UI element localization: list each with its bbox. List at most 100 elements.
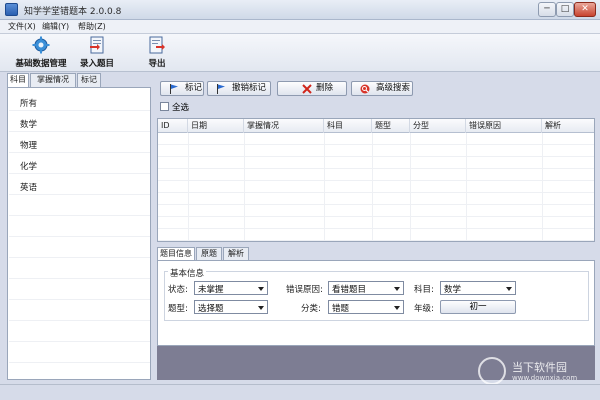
mark-label: 标记 [185, 83, 203, 93]
delete-icon [302, 84, 312, 94]
table-row[interactable] [158, 217, 594, 229]
subject-label: 物理 [20, 141, 38, 151]
type-value: 选择题 [198, 304, 224, 314]
grade-button[interactable]: 初一 [440, 300, 516, 314]
tab-mastery[interactable]: 掌握情况 [30, 73, 76, 87]
group-title: 基本信息 [168, 267, 207, 279]
document-add-icon [90, 36, 104, 54]
column-header[interactable]: 分型 [410, 119, 466, 133]
export-button[interactable]: 导出 [142, 36, 172, 70]
export-icon [149, 36, 165, 54]
flag-icon [217, 84, 225, 94]
subject-select[interactable]: 数学 [440, 281, 516, 295]
unmark-button[interactable]: 撤销标记 [207, 81, 271, 96]
subject-label: 所有 [20, 99, 38, 109]
chevron-down-icon [394, 306, 400, 310]
subject-label: 化学 [20, 162, 38, 172]
tab-original[interactable]: 原题 [196, 247, 222, 260]
minimize-button[interactable]: ─ [538, 2, 556, 17]
table-row[interactable] [158, 145, 594, 157]
advanced-search-label: 高级搜索 [376, 83, 411, 93]
close-button[interactable]: ✕ [574, 2, 596, 17]
menu-bar: 文件(X) 编辑(Y) 帮助(Z) [0, 20, 600, 34]
title-bar: 知学学堂错题本 2.0.0.8 ─ □ ✕ [0, 0, 600, 20]
table-row[interactable] [158, 133, 594, 145]
column-header[interactable]: 日期 [188, 119, 244, 133]
entry-button[interactable]: 录入题目 [78, 36, 116, 70]
table-row[interactable] [158, 193, 594, 205]
tab-analysis[interactable]: 解析 [223, 247, 249, 260]
advanced-search-button[interactable]: 高级搜索 [351, 81, 413, 96]
empty-row [9, 196, 150, 216]
table-row[interactable] [158, 205, 594, 217]
empty-row [9, 280, 150, 300]
category-value: 错题 [332, 304, 350, 314]
mark-button[interactable]: 标记 [160, 81, 204, 96]
list-item[interactable]: 所有 [9, 91, 150, 111]
subject-field-label: 科目: [414, 285, 434, 295]
menu-help[interactable]: 帮助(Z) [78, 21, 106, 32]
column-header[interactable]: 解析 [542, 119, 594, 133]
subject-label: 英语 [20, 183, 38, 193]
type-label: 题型: [168, 304, 188, 314]
subject-value: 数学 [444, 285, 462, 295]
table-row[interactable] [158, 229, 594, 241]
list-item[interactable]: 数学 [9, 112, 150, 132]
column-header[interactable]: ID [158, 119, 188, 133]
table-row[interactable] [158, 157, 594, 169]
empty-row [9, 343, 150, 363]
column-header[interactable]: 掌握情况 [244, 119, 324, 133]
search-icon [360, 84, 370, 94]
chevron-down-icon [394, 287, 400, 291]
reason-label: 错误原因: [286, 285, 323, 295]
question-table: ID 日期 掌握情况 科目 题型 分型 错误原因 解析 [157, 118, 595, 242]
select-all-checkbox[interactable] [160, 102, 169, 111]
column-header[interactable]: 题型 [372, 119, 410, 133]
grade-label: 年级: [414, 304, 434, 314]
question-info-panel: 基本信息 状态: 未掌握 错误原因: 看错题目 科目: 数学 题型: 选择题 分… [157, 260, 595, 346]
status-label: 状态: [168, 285, 188, 295]
delete-button[interactable]: 删除 [277, 81, 347, 96]
column-header[interactable]: 科目 [324, 119, 372, 133]
chevron-down-icon [258, 287, 264, 291]
empty-row [9, 322, 150, 342]
empty-row [9, 238, 150, 258]
flag-icon [170, 84, 178, 94]
list-item[interactable]: 英语 [9, 175, 150, 195]
tab-mark[interactable]: 标记 [77, 73, 101, 87]
subject-label: 数学 [20, 120, 38, 130]
status-bar [0, 384, 600, 400]
maximize-button[interactable]: □ [556, 2, 574, 17]
export-label: 导出 [148, 59, 166, 69]
unmark-label: 撤销标记 [232, 83, 267, 93]
empty-row [9, 217, 150, 237]
subject-list: 所有 数学 物理 化学 英语 [7, 87, 151, 380]
window-title: 知学学堂错题本 2.0.0.8 [24, 7, 122, 17]
watermark-text: 当下软件园 [512, 361, 567, 374]
status-select[interactable]: 未掌握 [194, 281, 268, 295]
status-value: 未掌握 [198, 285, 224, 295]
category-label: 分类: [301, 304, 321, 314]
tab-subject[interactable]: 科目 [7, 73, 29, 88]
table-row[interactable] [158, 169, 594, 181]
chevron-down-icon [258, 306, 264, 310]
empty-row [9, 301, 150, 321]
menu-file[interactable]: 文件(X) [8, 21, 36, 32]
list-item[interactable]: 物理 [9, 133, 150, 153]
table-header: ID 日期 掌握情况 科目 题型 分型 错误原因 解析 [158, 119, 594, 133]
category-select[interactable]: 错题 [328, 300, 404, 314]
table-row[interactable] [158, 181, 594, 193]
list-item[interactable]: 化学 [9, 154, 150, 174]
chevron-down-icon [506, 287, 512, 291]
tab-question-info[interactable]: 题目信息 [157, 247, 195, 261]
gear-icon [32, 36, 50, 54]
select-all-label: 全选 [172, 103, 190, 113]
type-select[interactable]: 选择题 [194, 300, 268, 314]
download-logo-icon [478, 357, 506, 385]
app-icon [5, 3, 18, 16]
reason-select[interactable]: 看错题目 [328, 281, 404, 295]
column-header[interactable]: 错误原因 [466, 119, 542, 133]
menu-edit[interactable]: 编辑(Y) [42, 21, 69, 32]
base-data-button[interactable]: 基础数据管理 [10, 36, 72, 70]
main-toolbar: 基础数据管理 录入题目 导出 [0, 34, 600, 72]
